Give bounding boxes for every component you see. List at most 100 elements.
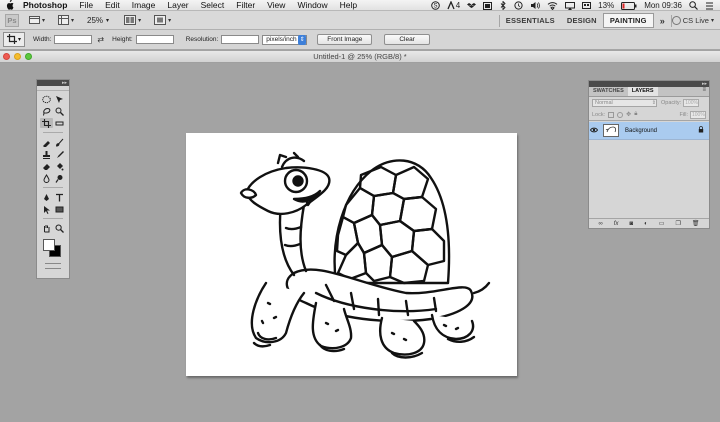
workspace-essentials[interactable]: ESSENTIALS: [500, 14, 561, 27]
layer-thumbnail: [603, 124, 619, 137]
fill-label: Fill:: [679, 111, 688, 118]
eyedropper-tool-icon[interactable]: [53, 118, 66, 128]
skype-icon[interactable]: S: [430, 1, 440, 11]
front-image-button[interactable]: Front Image: [317, 34, 373, 45]
tool-preset-picker[interactable]: ▾: [3, 32, 25, 47]
lock-position-icon[interactable]: ✥: [626, 111, 631, 118]
new-layer-icon[interactable]: ❐: [675, 220, 680, 227]
width-input[interactable]: [54, 35, 93, 44]
rectangle-tool-icon[interactable]: [53, 204, 66, 214]
marquee-tool-icon[interactable]: [40, 94, 53, 104]
menu-layer[interactable]: Layer: [167, 0, 188, 10]
tools-divider: [43, 132, 63, 133]
document-title-bar: Untitled-1 @ 25% (RGB/8) *: [0, 51, 720, 63]
clear-button[interactable]: Clear: [384, 34, 430, 45]
menu-edit[interactable]: Edit: [105, 0, 120, 10]
apple-menu-icon[interactable]: [5, 0, 15, 10]
workspace-design[interactable]: DESIGN: [561, 14, 603, 27]
resolution-units-value: pixels/inch: [266, 36, 297, 43]
menu-view[interactable]: View: [267, 0, 285, 10]
application-bar: Ps ▾ ▾ 25% ▾ ▾ ▾ ESSENTIALS DESIGN PAINT…: [0, 11, 720, 30]
foreground-color-swatch[interactable]: [43, 239, 55, 251]
menu-file[interactable]: File: [79, 0, 93, 10]
layer-name[interactable]: Background: [625, 128, 698, 134]
document-title: Untitled-1 @ 25% (RGB/8) *: [313, 52, 407, 61]
lasso-tool-icon[interactable]: [40, 106, 53, 116]
cs-live-button[interactable]: CS Live ▾: [671, 16, 720, 25]
zoom-level-dropdown[interactable]: 25% ▾: [87, 16, 109, 25]
brush-tool-icon[interactable]: [53, 137, 66, 147]
status-bar-items: S 4 13% Mon 09:36: [430, 0, 714, 11]
opacity-input[interactable]: 100%: [683, 99, 700, 107]
battery-icon[interactable]: [621, 1, 637, 11]
history-brush-tool-icon[interactable]: [53, 149, 66, 159]
lock-all-icon[interactable]: 🔒︎: [634, 111, 637, 118]
layer-row-background[interactable]: Background: [589, 122, 709, 140]
swap-dimensions-icon[interactable]: ⇄: [97, 35, 104, 44]
svg-text:S: S: [433, 4, 437, 10]
wifi-icon[interactable]: [547, 1, 558, 11]
crop-tool-icon[interactable]: [40, 118, 53, 128]
zoom-level-value: 25%: [87, 15, 104, 25]
eraser-tool-icon[interactable]: [40, 161, 53, 171]
bluetooth-icon[interactable]: [499, 1, 507, 11]
dodge-tool-icon[interactable]: [53, 173, 66, 183]
menu-select[interactable]: Select: [201, 0, 225, 10]
menu-app-photoshop[interactable]: Photoshop: [23, 0, 67, 10]
time-machine-icon[interactable]: [514, 1, 523, 11]
menu-image[interactable]: Image: [132, 0, 156, 10]
notification-center-icon[interactable]: [705, 1, 714, 11]
panel-menu-icon[interactable]: ≡: [702, 87, 709, 96]
new-group-icon[interactable]: ▭: [659, 220, 665, 227]
lock-transparent-icon[interactable]: [608, 111, 615, 118]
launch-bridge-button[interactable]: ▾: [26, 14, 48, 27]
blur-tool-icon[interactable]: [40, 173, 53, 183]
volume-icon[interactable]: [530, 1, 541, 11]
clock[interactable]: Mon 09:36: [644, 1, 682, 11]
width-label: Width:: [33, 36, 52, 43]
screen-mode-button[interactable]: ▾: [151, 14, 174, 27]
link-layers-icon[interactable]: ∞: [599, 221, 603, 227]
clone-stamp-tool-icon[interactable]: [40, 149, 53, 159]
type-tool-icon[interactable]: [53, 192, 66, 202]
resolution-units-select[interactable]: pixels/inch ⇕: [262, 34, 308, 45]
menu-window[interactable]: Window: [297, 0, 327, 10]
height-input[interactable]: [135, 35, 174, 44]
path-selection-tool-icon[interactable]: [40, 204, 53, 214]
height-label: Height:: [112, 36, 133, 43]
spotlight-search-icon[interactable]: [689, 1, 698, 11]
arrange-documents-button[interactable]: ▾: [121, 14, 144, 27]
menu-filter[interactable]: Filter: [236, 0, 255, 10]
lock-image-icon[interactable]: [617, 111, 624, 118]
more-workspaces-button[interactable]: »: [660, 16, 665, 26]
add-mask-icon[interactable]: ◙: [629, 221, 633, 227]
quick-selection-tool-icon[interactable]: [53, 106, 66, 116]
workspace-painting[interactable]: PAINTING: [602, 13, 654, 28]
blend-mode-select[interactable]: Normal ⇕: [592, 99, 657, 107]
move-tool-icon[interactable]: [53, 94, 66, 104]
resolution-input[interactable]: [221, 35, 260, 44]
quick-mask-button[interactable]: [45, 263, 61, 269]
adobe-cc-icon[interactable]: 4: [447, 1, 460, 11]
paint-bucket-tool-icon[interactable]: [53, 161, 66, 171]
menu-help[interactable]: Help: [340, 0, 357, 10]
input-source-icon[interactable]: [582, 1, 592, 11]
view-extras-button[interactable]: ▾: [55, 14, 77, 27]
blend-opacity-row: Normal ⇕ Opacity: 100%: [589, 97, 709, 109]
tab-layers[interactable]: LAYERS: [627, 87, 658, 96]
airplay-icon[interactable]: [565, 1, 576, 11]
tab-swatches[interactable]: SWATCHES: [589, 87, 628, 96]
layer-style-icon[interactable]: fx: [614, 221, 619, 227]
eye-visibility-icon[interactable]: [589, 127, 599, 135]
spot-healing-brush-icon[interactable]: [40, 137, 53, 147]
dashboard-icon[interactable]: [483, 1, 493, 11]
document-canvas[interactable]: [186, 133, 517, 376]
zoom-tool-icon[interactable]: [53, 223, 66, 233]
adjustment-layer-icon[interactable]: ◐: [644, 221, 648, 227]
delete-layer-icon[interactable]: 🗑︎: [692, 220, 700, 227]
fill-input[interactable]: 100%: [690, 110, 706, 119]
dropbox-icon[interactable]: [467, 1, 477, 11]
pen-tool-icon[interactable]: [40, 192, 53, 202]
hand-tool-icon[interactable]: [40, 223, 53, 233]
photoshop-logo: Ps: [5, 13, 19, 27]
